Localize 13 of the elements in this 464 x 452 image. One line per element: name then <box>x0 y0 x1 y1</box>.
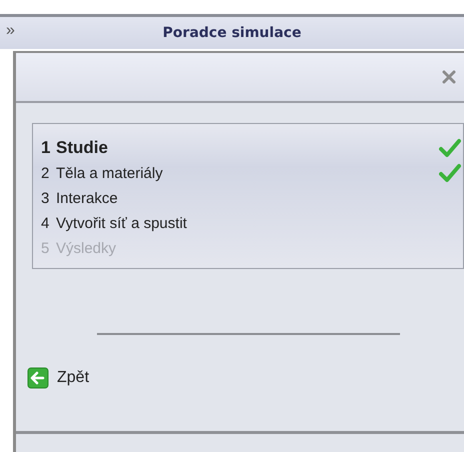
step-label[interactable]: Studie <box>56 138 439 158</box>
step-label[interactable]: Vytvořit síť a spustit <box>56 214 463 232</box>
step-number: 3 <box>41 190 50 206</box>
collapse-button[interactable]: » <box>6 22 15 40</box>
step-label[interactable]: Těla a materiály <box>56 164 439 182</box>
window-title: Poradce simulace <box>162 25 302 41</box>
step-number: 5 <box>41 240 50 256</box>
step-number: 4 <box>41 214 50 232</box>
back-button[interactable]: Zpět <box>27 367 90 389</box>
step-number: 1 <box>41 138 52 158</box>
step-label[interactable]: Interakce <box>56 190 463 206</box>
step-number: 2 <box>41 164 50 182</box>
close-icon[interactable] <box>442 70 456 84</box>
